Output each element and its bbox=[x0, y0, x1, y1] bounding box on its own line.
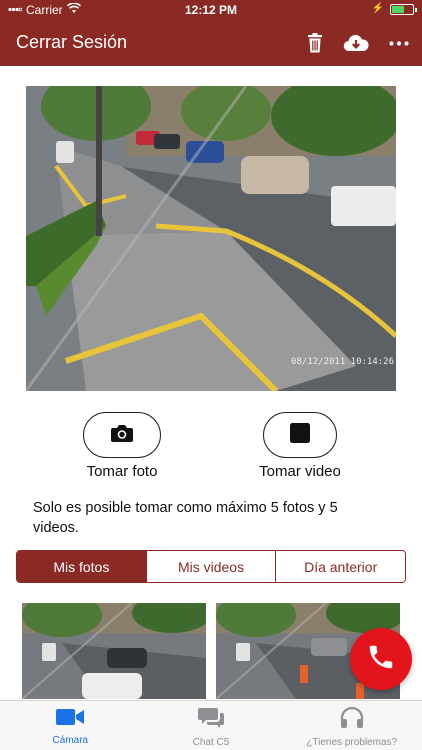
tabbar-label-camera: Cámara bbox=[52, 735, 89, 746]
battery-fill bbox=[392, 6, 405, 13]
emergency-call-button[interactable] bbox=[350, 628, 412, 690]
take-video-button[interactable] bbox=[263, 412, 337, 458]
camera-preview: 08/12/2011 10:14:26 bbox=[26, 86, 396, 391]
camera-icon bbox=[111, 424, 133, 447]
tabbar-label-chat: Chat C5 bbox=[192, 737, 230, 748]
battery-icon bbox=[390, 4, 417, 15]
media-tabs: Mis fotos Mis videos Día anterior bbox=[16, 550, 406, 583]
take-photo-action: Tomar foto bbox=[47, 412, 197, 480]
tabbar-item-help[interactable]: ¿Tienes problemas? bbox=[281, 701, 422, 750]
more-icon[interactable] bbox=[388, 30, 410, 56]
limit-notice: Solo es posible tomar como máximo 5 foto… bbox=[33, 500, 338, 536]
headset-icon bbox=[340, 706, 364, 734]
camera-timestamp: 08/12/2011 10:14:26 bbox=[291, 357, 394, 367]
charging-icon: ⚡ bbox=[371, 3, 384, 14]
cloud-download-icon[interactable] bbox=[343, 30, 369, 56]
logout-button[interactable]: Cerrar Sesión bbox=[16, 32, 127, 53]
tab-previous-day[interactable]: Día anterior bbox=[275, 551, 405, 582]
tabbar-item-camera[interactable]: Cámara bbox=[0, 701, 141, 750]
photo-thumbnail[interactable] bbox=[22, 603, 206, 699]
take-photo-label: Tomar foto bbox=[86, 463, 158, 480]
take-video-label: Tomar video bbox=[259, 463, 341, 480]
video-camera-icon bbox=[56, 707, 85, 732]
stop-icon bbox=[290, 422, 310, 448]
phone-icon bbox=[366, 642, 396, 677]
take-video-action: Tomar video bbox=[225, 412, 375, 480]
take-photo-button[interactable] bbox=[83, 412, 161, 458]
tab-my-videos[interactable]: Mis videos bbox=[145, 551, 276, 582]
tab-my-photos[interactable]: Mis fotos bbox=[17, 551, 146, 582]
trash-icon[interactable] bbox=[305, 30, 325, 56]
tabbar-label-help: ¿Tienes problemas? bbox=[306, 737, 398, 748]
status-time: 12:12 PM bbox=[184, 3, 238, 17]
status-bar: Carrier 12:12 PM ⚡ bbox=[0, 0, 422, 20]
tabbar-item-chat[interactable]: Chat C5 bbox=[141, 701, 282, 750]
chat-icon bbox=[198, 707, 224, 734]
bottom-tab-bar: Cámara Chat C5 ¿Tienes problemas? bbox=[0, 700, 422, 750]
navbar: Cerrar Sesión bbox=[0, 20, 422, 66]
